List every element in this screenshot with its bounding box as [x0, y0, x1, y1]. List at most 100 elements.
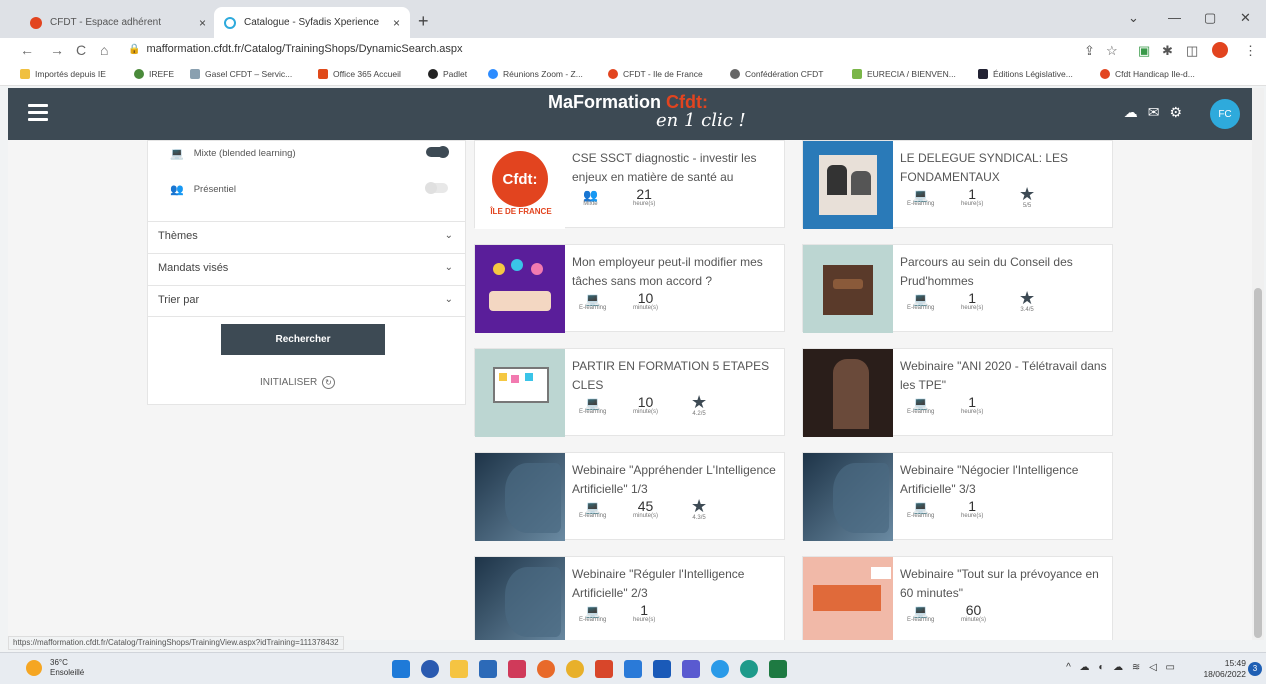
- mixte-toggle[interactable]: [426, 146, 449, 158]
- training-thumbnail: [803, 141, 893, 229]
- training-title: Parcours au sein du Conseil des Prud'hom…: [900, 255, 1073, 288]
- chrome-icon[interactable]: [566, 660, 584, 678]
- bookmark-item[interactable]: CFDT - Ile de France: [608, 69, 703, 79]
- file-explorer-icon[interactable]: [450, 660, 468, 678]
- mode-info: 💻 E-learning: [907, 292, 935, 311]
- weather-widget[interactable]: 36°C Ensoleillé: [26, 658, 84, 678]
- search-icon[interactable]: [421, 660, 439, 678]
- training-card[interactable]: Cfdt: ÎLE DE FRANCE CSE SSCT diagnostic …: [474, 140, 785, 229]
- duration-info: 1 heure(s): [961, 186, 984, 207]
- bookmarks-bar: Importés depuis IE IREFE Gasel CFDT – Se…: [0, 64, 1266, 86]
- notification-badge[interactable]: 3: [1248, 662, 1262, 676]
- profile-icon[interactable]: [1212, 42, 1228, 58]
- shield-icon[interactable]: [508, 660, 526, 678]
- bookmark-item[interactable]: Gasel CFDT – Servic...: [190, 69, 292, 79]
- training-thumbnail: [475, 557, 565, 640]
- excel-icon[interactable]: [769, 660, 787, 678]
- mail-icon[interactable]: ✉: [1148, 104, 1160, 121]
- tab-close-icon[interactable]: ×: [393, 16, 400, 30]
- duration-info: 60 minute(s): [961, 602, 987, 623]
- duration-info: 10 minute(s): [633, 394, 659, 415]
- gear-icon[interactable]: ⚙: [1169, 104, 1182, 121]
- rating-info: ★ 5/5: [1019, 184, 1036, 209]
- training-card[interactable]: Webinaire "Négocier l'Intelligence Artif…: [802, 452, 1113, 541]
- extension-icon[interactable]: ▣: [1138, 43, 1150, 59]
- site-icon: [190, 69, 200, 79]
- dropdown-trier[interactable]: Trier par ⌄: [148, 285, 465, 317]
- home-icon[interactable]: ⌂: [100, 42, 108, 58]
- menu-dots-icon[interactable]: ⋮: [1244, 43, 1257, 59]
- mail-icon[interactable]: [624, 660, 642, 678]
- sidebar-icon[interactable]: ◫: [1186, 43, 1198, 59]
- clock[interactable]: 15:49 18/06/2022: [1203, 658, 1246, 680]
- training-card[interactable]: PARTIR EN FORMATION 5 ETAPES CLES 💻 E-lea…: [474, 348, 785, 437]
- lock-icon: 🔒: [128, 44, 141, 55]
- bookmark-item[interactable]: Cfdt Handicap Ile-d...: [1100, 69, 1195, 79]
- training-thumbnail: [803, 557, 893, 640]
- bookmark-item[interactable]: Réunions Zoom - Z...: [488, 69, 583, 79]
- reset-icon: ↻: [322, 376, 336, 389]
- globe-icon: [134, 69, 144, 79]
- mode-info: 💻 E-learning: [907, 396, 935, 415]
- dropdown-themes[interactable]: Thèmes ⌄: [148, 221, 465, 253]
- tab-search-icon[interactable]: ⌄: [1128, 10, 1139, 26]
- bookmark-item[interactable]: EURECIA / BIENVEN...: [852, 69, 956, 79]
- training-card[interactable]: Webinaire "Tout sur la prévoyance en 60 …: [802, 556, 1113, 640]
- mode-info: 💻 E-learning: [907, 188, 935, 207]
- filter-modality-presentiel: 👥 Présentiel: [170, 184, 236, 196]
- extensions-puzzle-icon[interactable]: ✱: [1162, 43, 1173, 59]
- site-logo[interactable]: MaFormation Cfdt: en 1 clic !: [548, 92, 746, 131]
- mode-info: 💻 E-learning: [907, 500, 935, 519]
- training-card[interactable]: Parcours au sein du Conseil des Prud'hom…: [802, 244, 1113, 333]
- windows-start-icon[interactable]: [392, 660, 410, 678]
- office-icon[interactable]: [595, 660, 613, 678]
- system-tray[interactable]: ^ ☁ ◐ ☁ ≋ ◁ ▭: [1066, 662, 1178, 673]
- address-bar-row: ← → C ⌂ 🔒 mafformation.cfdt.fr/Catalog/Tr…: [0, 38, 1266, 64]
- bookmark-star-icon[interactable]: ☆: [1106, 43, 1118, 59]
- teams-icon[interactable]: [682, 660, 700, 678]
- avatar[interactable]: FC: [1210, 99, 1240, 129]
- globe-icon: [730, 69, 740, 79]
- share-icon[interactable]: ⇪: [1084, 43, 1095, 59]
- training-card[interactable]: Webinaire "ANI 2020 - Télétravail dans l…: [802, 348, 1113, 437]
- training-card[interactable]: Mon employeur peut-il modifier mes tâche…: [474, 244, 785, 333]
- forward-icon[interactable]: →: [50, 42, 64, 58]
- tab-cfdt-espace[interactable]: CFDT - Espace adhérent ×: [20, 7, 216, 38]
- training-card[interactable]: LE DELEGUE SYNDICAL: LES FONDAMENTAUX 💻 E…: [802, 140, 1113, 229]
- maximize-icon[interactable]: ▢: [1204, 10, 1216, 26]
- scrollbar-thumb[interactable]: [1254, 288, 1262, 638]
- dropdown-mandats[interactable]: Mandats visés ⌄: [148, 253, 465, 285]
- url-field[interactable]: 🔒 mafformation.cfdt.fr/Catalog/TrainingSh…: [128, 43, 463, 55]
- back-icon[interactable]: ←: [20, 42, 34, 58]
- chevron-down-icon: ⌄: [444, 262, 453, 273]
- store-icon[interactable]: [479, 660, 497, 678]
- presentiel-toggle[interactable]: [425, 182, 448, 194]
- tab-close-icon[interactable]: ×: [199, 16, 206, 30]
- training-card[interactable]: Webinaire "Réguler l'Intelligence Artifi…: [474, 556, 785, 640]
- laptop-icon: 💻: [913, 292, 929, 306]
- chat-icon[interactable]: ☁: [1124, 104, 1138, 121]
- outlook-icon[interactable]: [653, 660, 671, 678]
- edge-icon[interactable]: [740, 660, 758, 678]
- tab-catalogue[interactable]: Catalogue - Syfadis Xperience ×: [214, 7, 410, 38]
- training-card[interactable]: Webinaire "Appréhender L'Intelligence Ar…: [474, 452, 785, 541]
- skype-icon[interactable]: [711, 660, 729, 678]
- bookmark-item[interactable]: Éditions Législative...: [978, 69, 1073, 79]
- bookmark-item[interactable]: Confédération CFDT: [730, 69, 823, 79]
- bookmark-item[interactable]: Importés depuis IE: [20, 69, 106, 79]
- training-thumbnail: [803, 245, 893, 333]
- filter-panel: 💻 Mixte (blended learning) 👥 Présentiel …: [147, 140, 466, 405]
- page-scrollbar[interactable]: [1252, 88, 1264, 640]
- minimize-icon[interactable]: —: [1168, 10, 1181, 25]
- firefox-icon[interactable]: [537, 660, 555, 678]
- search-button[interactable]: Rechercher: [221, 324, 385, 355]
- bookmark-item[interactable]: IREFE: [134, 69, 174, 79]
- reset-button[interactable]: INITIALISER ↻: [260, 376, 336, 389]
- bookmark-item[interactable]: Padlet: [428, 69, 467, 79]
- hamburger-menu-icon[interactable]: [28, 104, 48, 125]
- close-window-icon[interactable]: ✕: [1240, 10, 1251, 26]
- bookmark-item[interactable]: Office 365 Accueil: [318, 69, 401, 79]
- filter-modality-mixte: 💻 Mixte (blended learning): [170, 148, 296, 160]
- new-tab-icon[interactable]: +: [418, 11, 429, 32]
- reload-icon[interactable]: C: [76, 42, 86, 58]
